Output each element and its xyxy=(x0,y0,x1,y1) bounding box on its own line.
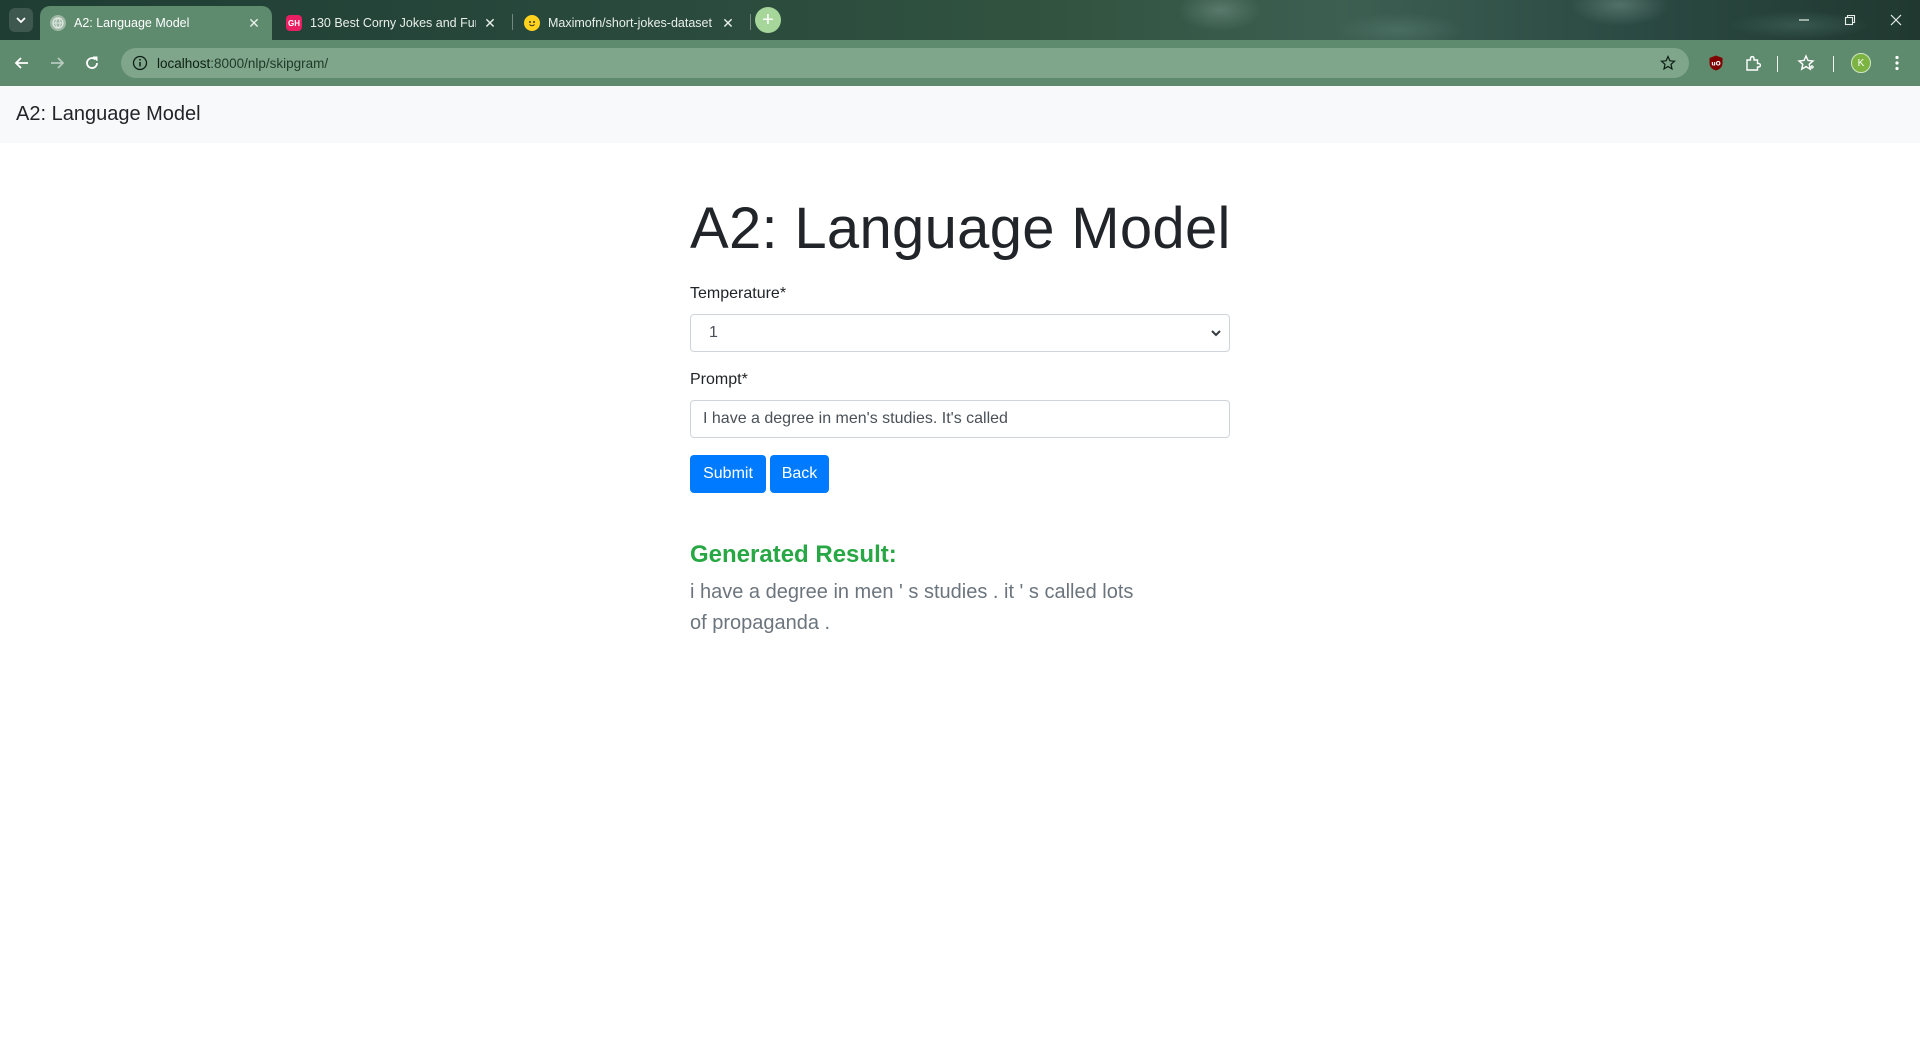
submit-button[interactable]: Submit xyxy=(690,455,766,493)
tab-separator xyxy=(512,14,513,30)
back-arrow-icon[interactable] xyxy=(10,51,34,75)
bookmark-star-icon[interactable] xyxy=(1659,54,1677,72)
tab-a2-language-model[interactable]: A2: Language Model ✕ xyxy=(40,6,272,40)
globe-icon xyxy=(50,15,66,31)
prompt-input[interactable]: I have a degree in men's studies. It's c… xyxy=(690,400,1230,438)
browser-tabstrip: A2: Language Model ✕ GH 130 Best Corny J… xyxy=(0,0,1920,40)
result-heading: Generated Result: xyxy=(690,541,897,568)
hugging-face-icon xyxy=(524,15,540,31)
new-tab-button[interactable]: + xyxy=(755,7,781,33)
address-bar[interactable]: localhost:8000/nlp/skipgram/ xyxy=(121,48,1689,78)
chevron-down-icon xyxy=(1211,330,1221,337)
tab-short-jokes-dataset[interactable]: Maximofn/short-jokes-dataset ✕ xyxy=(514,6,746,40)
tab-title: 130 Best Corny Jokes and Funn xyxy=(310,16,476,30)
menu-kebab-icon[interactable] xyxy=(1886,52,1908,74)
url-text: localhost:8000/nlp/skipgram/ xyxy=(157,56,328,71)
temperature-selected-value: 1 xyxy=(709,324,718,341)
tab-separator xyxy=(750,14,751,30)
minimize-icon[interactable] xyxy=(1792,8,1816,32)
ublock-icon[interactable]: uO xyxy=(1705,52,1727,74)
extensions-puzzle-icon[interactable] xyxy=(1742,52,1764,74)
chevron-down-icon xyxy=(16,17,26,24)
forward-arrow-icon[interactable] xyxy=(45,51,69,75)
tab-search-button[interactable] xyxy=(9,8,33,32)
url-path: :8000/nlp/skipgram/ xyxy=(210,55,329,71)
window-close-icon[interactable] xyxy=(1884,8,1908,32)
tab-title: A2: Language Model xyxy=(74,16,190,30)
gh-favicon-icon: GH xyxy=(286,15,302,31)
toolbar-separator xyxy=(1777,56,1778,72)
tab-title: Maximofn/short-jokes-dataset xyxy=(548,16,712,30)
tab-corny-jokes[interactable]: GH 130 Best Corny Jokes and Funn ✕ xyxy=(276,6,508,40)
profile-avatar[interactable]: K xyxy=(1851,53,1871,73)
back-button[interactable]: Back xyxy=(770,455,829,493)
generated-result-text: i have a degree in men ' s studies . it … xyxy=(690,581,1134,634)
restore-icon[interactable] xyxy=(1838,8,1862,32)
svg-text:uO: uO xyxy=(1711,61,1720,68)
site-info-icon[interactable] xyxy=(131,54,149,72)
page-title: A2: Language Model xyxy=(690,196,1231,261)
close-icon[interactable]: ✕ xyxy=(246,15,262,31)
reload-icon[interactable] xyxy=(80,51,104,75)
temperature-select[interactable]: 1 xyxy=(690,314,1230,352)
close-icon[interactable]: ✕ xyxy=(720,15,736,31)
bookmarks-icon[interactable] xyxy=(1795,52,1817,74)
prompt-label: Prompt* xyxy=(690,371,748,388)
browser-toolbar: localhost:8000/nlp/skipgram/ uO K xyxy=(0,40,1920,86)
navbar-brand[interactable]: A2: Language Model xyxy=(16,103,201,126)
close-icon[interactable]: ✕ xyxy=(482,15,498,31)
prompt-input-value: I have a degree in men's studies. It's c… xyxy=(703,410,1008,427)
url-host: localhost xyxy=(157,55,211,71)
temperature-label: Temperature* xyxy=(690,285,787,302)
toolbar-separator xyxy=(1833,56,1834,72)
site-navbar: A2: Language Model xyxy=(0,86,1920,143)
